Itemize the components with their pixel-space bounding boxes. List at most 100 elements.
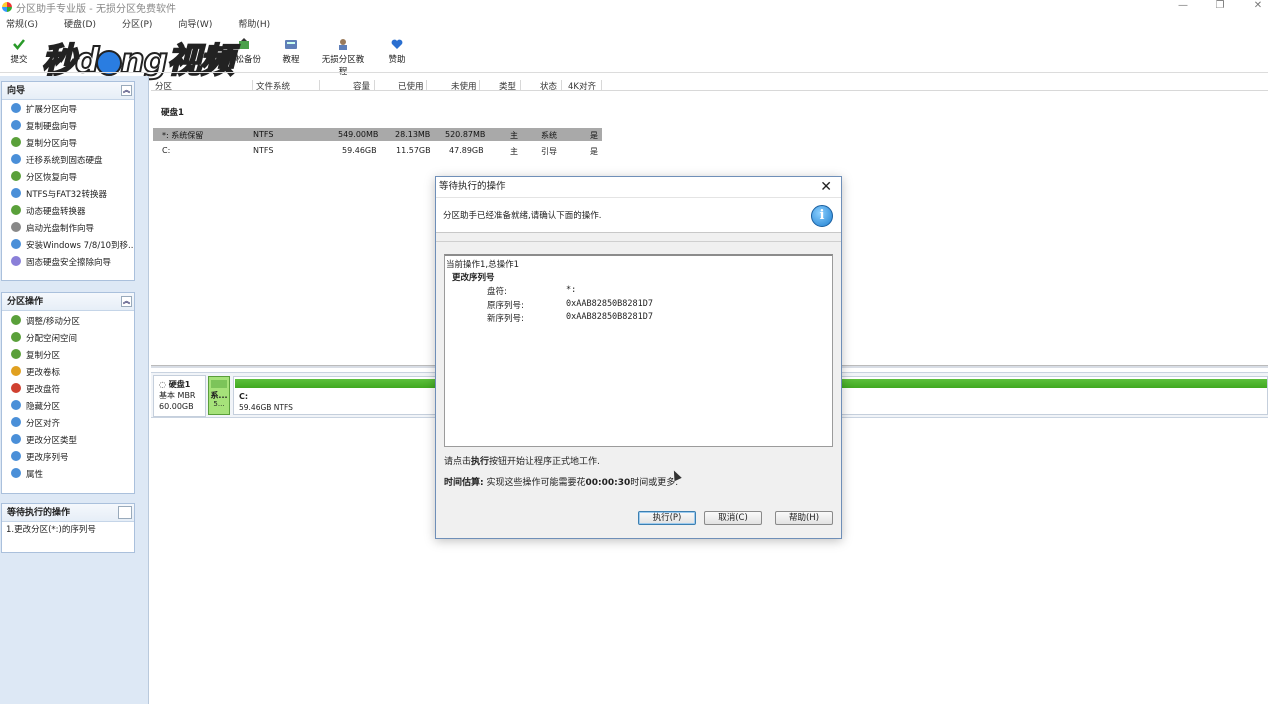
wizard-item-icon: [11, 137, 21, 147]
tutorial-button[interactable]: 教程: [280, 37, 302, 65]
col-type[interactable]: 类型: [499, 80, 516, 92]
close-icon[interactable]: ✕: [820, 180, 832, 194]
new-serial-value: 0xAAB82850B8281D7: [566, 312, 653, 322]
wizard-item[interactable]: 复制分区向导: [2, 136, 134, 153]
wizard-item-icon: [11, 222, 21, 232]
disk-info-card[interactable]: ◌ 硬盘1 基本 MBR 60.00GB: [153, 375, 206, 417]
drive-value: *:: [566, 285, 577, 295]
help-button[interactable]: 帮助(H): [775, 511, 833, 525]
usage-bar: [211, 380, 227, 388]
operation-item[interactable]: 隐藏分区: [2, 399, 134, 416]
wizard-item-icon: [11, 188, 21, 198]
col-separator: [561, 80, 562, 91]
wizard-item-icon: [11, 103, 21, 113]
wizard-item[interactable]: 迁移系统到固态硬盘: [2, 153, 134, 170]
col-filesystem[interactable]: 文件系统: [256, 80, 290, 92]
collapse-icon[interactable]: ︽: [121, 296, 132, 307]
col-free[interactable]: 未使用: [451, 80, 477, 92]
col-status[interactable]: 状态: [540, 80, 557, 92]
operation-item[interactable]: 分区对齐: [2, 416, 134, 433]
wizard-item[interactable]: 安装Windows 7/8/10到移...: [2, 238, 134, 255]
wizard-item-icon: [11, 171, 21, 181]
menu-disk[interactable]: 硬盘(D): [64, 17, 96, 30]
operation-item-label: 更改序列号: [26, 453, 69, 463]
dialog-message: 分区助手已经准备就绪,请确认下面的操作.: [443, 211, 602, 221]
submit-button[interactable]: 提交: [9, 37, 29, 65]
operation-item-icon: [11, 332, 21, 342]
restore-icon[interactable]: ❐: [1210, 0, 1230, 12]
tutorial-label: 教程: [282, 55, 300, 65]
operation-item-label: 调整/移动分区: [26, 317, 80, 327]
wizard-item-label: 固态硬盘安全擦除向导: [26, 258, 112, 268]
wizard-item-label: 迁移系统到固态硬盘: [26, 156, 103, 166]
operation-item[interactable]: 复制分区: [2, 348, 134, 365]
wizard-item[interactable]: 复制硬盘向导: [2, 119, 134, 136]
wizard-item[interactable]: 启动光盘制作向导: [2, 221, 134, 238]
operation-item-label: 更改分区类型: [26, 436, 78, 446]
window-title: 分区助手专业版 - 无损分区免费软件: [16, 3, 176, 15]
cell-fs: NTFS: [253, 130, 274, 139]
operation-item[interactable]: 更改分区类型: [2, 433, 134, 450]
lossless-tutorial-button[interactable]: 无损分区教程: [318, 37, 368, 77]
table-row[interactable]: C: NTFS 59.46GB 11.57GB 47.89GB 主 引导 是: [153, 144, 602, 157]
system-reserved-partition-block[interactable]: 系... 5...: [208, 376, 230, 415]
operation-item[interactable]: 属性: [2, 467, 134, 484]
drive-label: 盘符:: [487, 287, 507, 297]
divider: [436, 241, 841, 242]
wizard-item[interactable]: 分区恢复向导: [2, 170, 134, 187]
execute-button[interactable]: 执行(P): [638, 511, 696, 525]
col-partition[interactable]: 分区: [155, 80, 172, 92]
wizard-item[interactable]: NTFS与FAT32转换器: [2, 187, 134, 204]
operation-item[interactable]: 调整/移动分区: [2, 314, 134, 331]
cell-align: 是: [590, 147, 598, 156]
collapse-icon[interactable]: ︽: [121, 85, 132, 96]
partition-label: 系...: [210, 391, 228, 400]
operation-item[interactable]: 分配空闲空间: [2, 331, 134, 348]
operation-item-label: 分配空闲空间: [26, 334, 78, 344]
disk-size: 60.00GB: [159, 402, 194, 411]
wizard-section: 向导 ︽ 扩展分区向导 复制硬盘向导 复制分区向导 迁移系统到固态硬盘 分区恢复向导 NT…: [1, 81, 135, 281]
sponsor-button[interactable]: 赞助: [387, 37, 407, 65]
collapse-icon[interactable]: [118, 506, 132, 519]
table-row[interactable]: *: 系统保留 NTFS 549.00MB 28.13MB 520.87MB 主…: [153, 128, 602, 141]
operation-item[interactable]: 更改卷标: [2, 365, 134, 382]
cell-free: 520.87MB: [445, 130, 486, 139]
operation-details: 当前操作1,总操作1 更改序列号 盘符: *: 原序列号: 0xAAB82850…: [444, 254, 833, 447]
operation-item[interactable]: 更改序列号: [2, 450, 134, 467]
disk-icon: ◌: [159, 380, 166, 389]
operation-item-icon: [11, 366, 21, 376]
info-icon: i: [811, 205, 833, 227]
cell-used: 11.57GB: [396, 146, 431, 155]
operation-item[interactable]: 更改盘符: [2, 382, 134, 399]
book-icon: [285, 40, 297, 49]
toolbar-separator: [0, 72, 1268, 73]
wizard-item[interactable]: 动态硬盘转换器: [2, 204, 134, 221]
col-capacity[interactable]: 容量: [353, 80, 370, 92]
operation-item-label: 更改卷标: [26, 368, 61, 378]
operation-item-icon: [11, 451, 21, 461]
backup-icon: [239, 38, 249, 49]
cell-free: 47.89GB: [449, 146, 484, 155]
minimize-icon[interactable]: —: [1173, 0, 1193, 12]
menu-partition[interactable]: 分区(P): [122, 17, 152, 30]
close-window-icon[interactable]: ✕: [1248, 0, 1268, 12]
menu-wizard[interactable]: 向导(W): [178, 17, 212, 30]
wizard-item[interactable]: 扩展分区向导: [2, 102, 134, 119]
menu-help[interactable]: 帮助(H): [238, 17, 270, 30]
cancel-button[interactable]: 取消(C): [704, 511, 762, 525]
pending-header: 等待执行的操作: [2, 504, 134, 522]
wizard-item-label: 动态硬盘转换器: [26, 207, 86, 217]
col-4k-align[interactable]: 4K对齐: [568, 80, 596, 92]
cell-capacity: 59.46GB: [342, 146, 377, 155]
menu-general[interactable]: 常规(G): [6, 17, 38, 30]
left-panel: 向导 ︽ 扩展分区向导 复制硬盘向导 复制分区向导 迁移系统到固态硬盘 分区恢复向导 NT…: [0, 76, 149, 704]
operation-item-icon: [11, 315, 21, 325]
wizard-item-label: NTFS与FAT32转换器: [26, 190, 107, 200]
col-used[interactable]: 已使用: [398, 80, 424, 92]
operation-item-icon: [11, 434, 21, 444]
wizard-item[interactable]: 固态硬盘安全擦除向导: [2, 255, 134, 272]
pending-item[interactable]: 1.更改分区(*:)的序列号: [2, 522, 134, 539]
cell-type: 主: [510, 147, 518, 156]
disk-name: 硬盘1: [168, 380, 191, 389]
col-separator: [319, 80, 320, 91]
